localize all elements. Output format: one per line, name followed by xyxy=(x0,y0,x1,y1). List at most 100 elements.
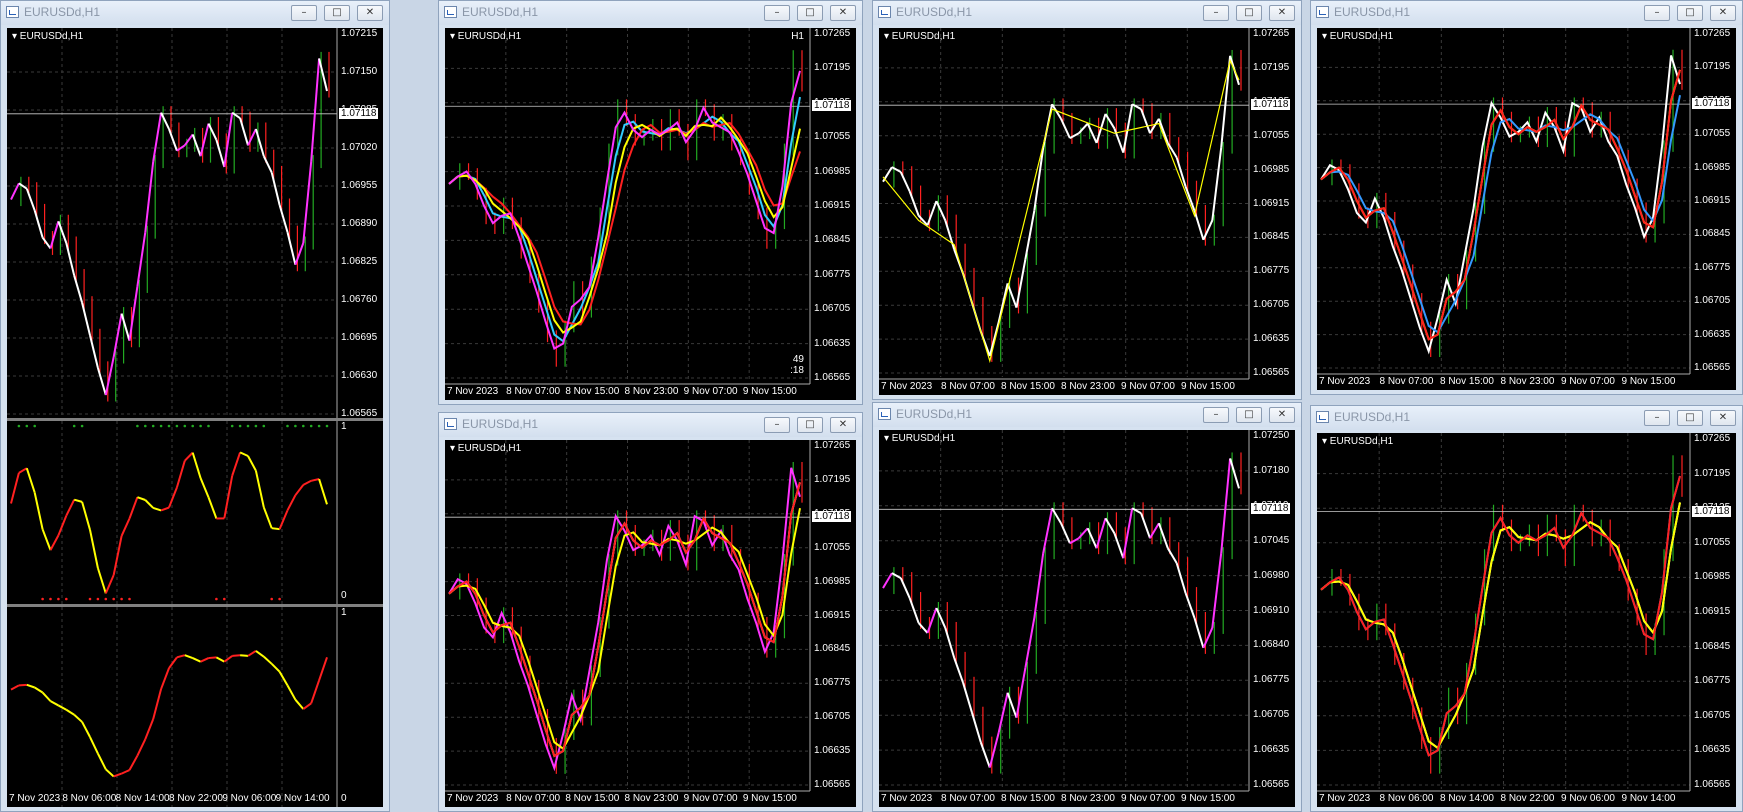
indicator-line-white xyxy=(1320,502,1681,750)
terminal-workspace: EURUSDd,H1–□✕1.072151.071501.070851.0702… xyxy=(0,0,1743,812)
main-price-pane[interactable]: 1.072501.071801.071101.070451.069801.069… xyxy=(879,430,1295,807)
window-titlebar[interactable]: EURUSDd,H1 – □ ✕ xyxy=(439,413,862,437)
oscillator-segment xyxy=(208,656,217,660)
oscillator-segment xyxy=(81,501,91,531)
current-price-tag: 1.07118 xyxy=(812,511,852,523)
price-tick-label: 1.07020 xyxy=(341,142,378,153)
main-price-pane[interactable]: 1.072651.071951.071251.070551.069851.069… xyxy=(879,28,1295,395)
close-button[interactable]: ✕ xyxy=(830,417,856,433)
oscillator-segment xyxy=(286,684,297,701)
chart-window-icon xyxy=(878,408,891,420)
chart-symbol-label[interactable]: ▾ EURUSDd,H1 xyxy=(1322,31,1393,42)
price-tick-label: 1.06910 xyxy=(1253,604,1290,616)
close-button[interactable]: ✕ xyxy=(1710,5,1736,21)
time-tick-label: 9 Nov 14:00 xyxy=(1621,793,1676,804)
price-tick-label: 1.06985 xyxy=(814,165,851,177)
chart-window-w1[interactable]: EURUSDd,H1 –□ ✕ 1.072151.071501.070851.0702… xyxy=(0,0,390,812)
oscillator-segment xyxy=(144,718,155,740)
signal-dot xyxy=(230,424,234,428)
window-titlebar[interactable]: EURUSDd,H1 – □ ✕ xyxy=(1311,1,1742,25)
price-tick-label: 1.07045 xyxy=(1253,534,1290,546)
close-button[interactable]: ✕ xyxy=(830,5,856,21)
main-price-pane[interactable]: 1.072151.071501.070851.070201.069551.068… xyxy=(7,28,383,418)
time-tick-label: 7 Nov 2023 xyxy=(1319,793,1371,804)
restore-button[interactable]: □ xyxy=(324,5,350,21)
window-title: EURUSDd,H1 xyxy=(24,5,101,19)
oscillator-pane-2[interactable]: 10 xyxy=(7,607,383,807)
oscillator-segment xyxy=(105,768,115,778)
chart-symbol-label[interactable]: ▾ EURUSDd,H1 xyxy=(450,443,521,454)
oscillator-segment xyxy=(168,487,178,508)
oscillator-segment xyxy=(128,755,139,771)
window-titlebar[interactable]: EURUSDd,H1 – □ ✕ xyxy=(1,1,389,25)
main-price-pane[interactable]: 1.072651.071951.071251.070551.069851.069… xyxy=(1317,433,1736,807)
close-button[interactable]: ✕ xyxy=(1269,5,1295,21)
oscillator-segment xyxy=(254,470,265,508)
chart-area[interactable]: 1.072501.071801.071101.070451.069801.069… xyxy=(879,430,1295,807)
minimize-button[interactable]: – xyxy=(764,417,790,433)
restore-button[interactable]: □ xyxy=(797,417,823,433)
price-tick-label: 1.06845 xyxy=(1694,640,1731,652)
price-tick-label: 1.06845 xyxy=(814,234,851,246)
restore-button[interactable]: □ xyxy=(1236,5,1262,21)
signal-dot xyxy=(136,424,139,428)
price-tick-label: 1.07195 xyxy=(1253,61,1290,73)
indicator-line-blue xyxy=(1320,95,1681,334)
window-titlebar[interactable]: EURUSDd,H1 – □ ✕ xyxy=(439,1,862,25)
price-line-segment xyxy=(41,236,52,250)
minimize-button[interactable]: – xyxy=(1644,5,1670,21)
chart-symbol-label[interactable]: ▾ EURUSDd,H1 xyxy=(884,433,955,444)
oscillator-segment xyxy=(144,499,154,509)
chart-window-w7[interactable]: EURUSDd,H1–□✕1.072651.071951.071251.0705… xyxy=(1310,405,1743,812)
oscillator-pane-1[interactable]: 10 xyxy=(7,421,383,604)
time-tick-label: 9 Nov 15:00 xyxy=(1181,793,1235,804)
chart-window-w3[interactable]: EURUSDd,H1–□✕1.072651.071951.071251.0705… xyxy=(872,0,1302,400)
restore-button[interactable]: □ xyxy=(1677,410,1703,426)
chart-window-w4[interactable]: EURUSDd,H1–□✕1.072651.071951.071251.0705… xyxy=(1310,0,1743,395)
minimize-button[interactable]: – xyxy=(764,5,790,21)
chart-area[interactable]: 1.072651.071951.071251.070551.069851.069… xyxy=(445,28,856,400)
close-button[interactable]: ✕ xyxy=(1269,407,1295,423)
price-line-segment xyxy=(168,128,178,152)
window-title: EURUSDd,H1 xyxy=(462,417,539,431)
price-line-segment xyxy=(33,210,44,238)
window-title: EURUSDd,H1 xyxy=(462,5,539,19)
price-line-segment xyxy=(926,200,938,226)
minimize-button[interactable]: – xyxy=(1644,410,1670,426)
chart-symbol-label[interactable]: ▾ EURUSDd,H1 xyxy=(12,31,83,42)
chart-area[interactable]: 1.072151.071501.070851.070201.069551.068… xyxy=(7,28,383,807)
chart-area[interactable]: 1.072651.071951.071251.070551.069851.069… xyxy=(1317,433,1736,807)
chart-symbol-label[interactable]: ▾ EURUSDd,H1 xyxy=(1322,436,1393,447)
window-titlebar[interactable]: EURUSDd,H1 – □ ✕ xyxy=(873,1,1301,25)
restore-button[interactable]: □ xyxy=(1677,5,1703,21)
main-price-pane[interactable]: 1.072651.071951.071251.070551.069851.069… xyxy=(445,28,856,400)
minimize-button[interactable]: – xyxy=(1203,5,1229,21)
main-price-pane[interactable]: 1.072651.071951.071251.070551.069851.069… xyxy=(1317,28,1736,390)
chart-symbol-label[interactable]: ▾ EURUSDd,H1 xyxy=(884,31,955,42)
chart-window-w6[interactable]: EURUSDd,H1–□✕1.072501.071801.071101.0704… xyxy=(872,402,1302,812)
price-tick-label: 1.06635 xyxy=(1253,333,1290,345)
signal-dot xyxy=(294,424,297,428)
chart-area[interactable]: 1.072651.071951.071251.070551.069851.069… xyxy=(879,28,1295,395)
chart-area[interactable]: 1.072651.071951.071251.070551.069851.069… xyxy=(1317,28,1736,390)
restore-button[interactable]: □ xyxy=(1236,407,1262,423)
signal-dot xyxy=(41,597,44,601)
signal-dot xyxy=(17,424,21,428)
oscillator-segment xyxy=(81,721,91,738)
window-titlebar[interactable]: EURUSDd,H1 – □ ✕ xyxy=(1311,406,1742,430)
signal-dot xyxy=(215,597,218,601)
chart-window-w2[interactable]: EURUSDd,H1 –□ ✕ 1.072651.071951.071251.0705… xyxy=(438,0,863,405)
minimize-button[interactable]: – xyxy=(291,5,317,21)
restore-button[interactable]: □ xyxy=(797,5,823,21)
chart-symbol-label[interactable]: ▾ EURUSDd,H1 xyxy=(450,31,521,42)
main-price-pane[interactable]: 1.072651.071951.071251.070551.069851.069… xyxy=(445,440,856,807)
signal-dot xyxy=(33,424,36,428)
minimize-button[interactable]: – xyxy=(1203,407,1229,423)
close-button[interactable]: ✕ xyxy=(357,5,383,21)
bar-timer-label: :18 xyxy=(790,365,804,376)
close-button[interactable]: ✕ xyxy=(1710,410,1736,426)
oscillator-segment xyxy=(223,655,233,663)
chart-window-w5[interactable]: EURUSDd,H1 –□ ✕ 1.072651.071951.071251.0705… xyxy=(438,412,863,812)
window-titlebar[interactable]: EURUSDd,H1 – □ ✕ xyxy=(873,403,1301,427)
chart-area[interactable]: 1.072651.071951.071251.070551.069851.069… xyxy=(445,440,856,807)
